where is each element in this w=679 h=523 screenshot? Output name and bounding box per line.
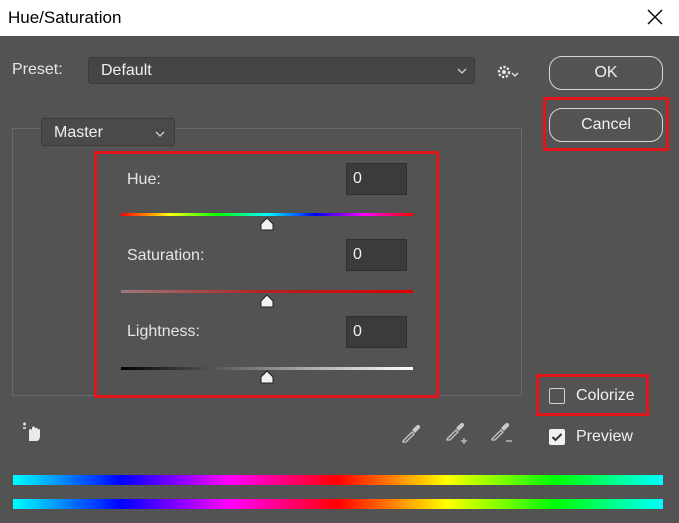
lightness-value-field[interactable]: 0 [346, 316, 407, 348]
chevron-down-icon [456, 64, 468, 76]
input-color-bar [13, 475, 663, 485]
saturation-value-field[interactable]: 0 [346, 239, 407, 271]
window-title: Hue/Saturation [8, 8, 122, 27]
output-color-bar [13, 499, 663, 509]
cancel-button[interactable]: Cancel [549, 108, 663, 142]
preview-label[interactable]: Preview [576, 428, 633, 446]
preset-dropdown[interactable]: Default [88, 57, 475, 84]
hue-slider-thumb[interactable] [259, 217, 275, 231]
channel-value: Master [54, 124, 103, 141]
lightness-label: Lightness: [127, 323, 200, 340]
saturation-slider-thumb[interactable] [259, 294, 275, 308]
eyedropper-icon[interactable] [398, 420, 424, 446]
chevron-down-icon [154, 127, 166, 139]
saturation-slider-track[interactable] [121, 290, 413, 293]
ok-button[interactable]: OK [549, 56, 663, 90]
title-bar: Hue/Saturation [0, 0, 679, 36]
adjustments-group [12, 128, 522, 396]
preset-value: Default [101, 62, 152, 79]
targeted-adjustment-hand-icon[interactable] [20, 419, 44, 443]
channel-dropdown[interactable]: Master [41, 118, 175, 146]
saturation-label: Saturation: [127, 247, 205, 264]
hue-label: Hue: [127, 171, 161, 188]
eyedropper-plus-icon[interactable] [444, 420, 470, 446]
colorize-checkbox[interactable] [549, 388, 565, 404]
gear-icon[interactable] [496, 63, 520, 81]
preset-label: Preset: [12, 61, 63, 78]
colorize-label[interactable]: Colorize [576, 387, 635, 405]
hue-value-field[interactable]: 0 [346, 163, 407, 195]
hue-slider-track[interactable] [121, 213, 413, 216]
lightness-slider-thumb[interactable] [259, 370, 275, 384]
eyedropper-minus-icon[interactable] [489, 420, 515, 446]
close-icon[interactable] [640, 4, 670, 30]
preview-checkbox[interactable] [549, 429, 565, 445]
